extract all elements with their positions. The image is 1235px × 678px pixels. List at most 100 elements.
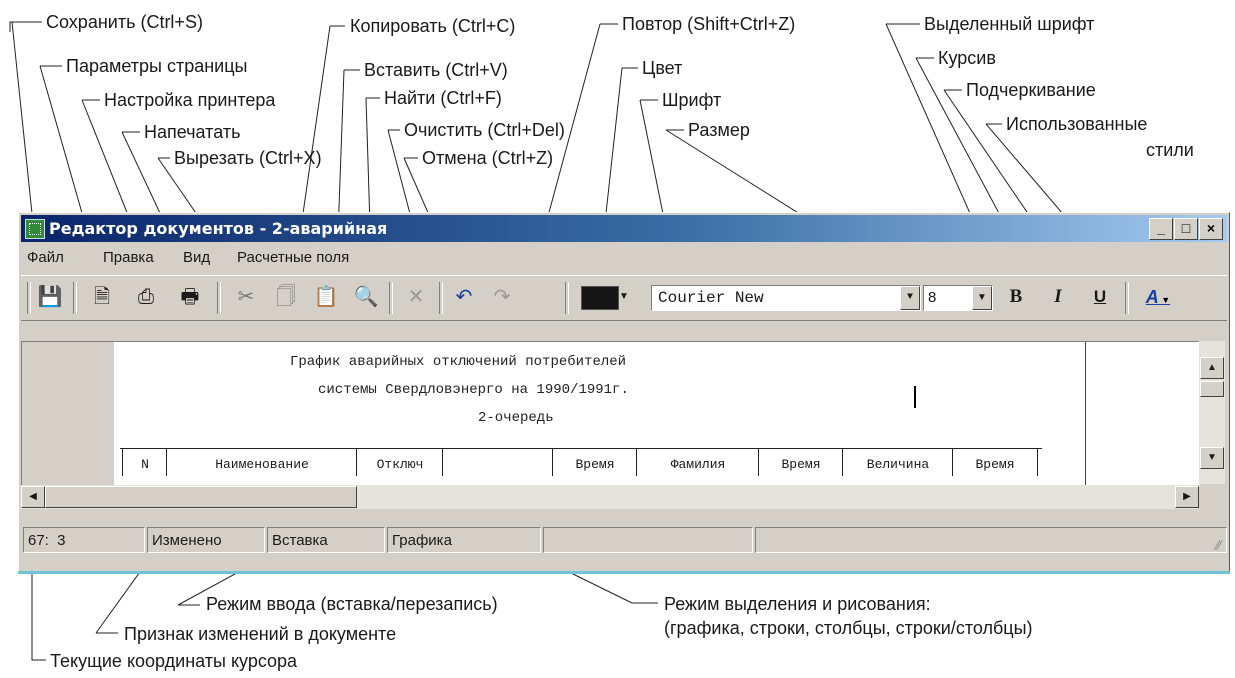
window-title: Редактор документов - 2-аварийная <box>49 219 388 238</box>
callout-color: Цвет <box>642 58 683 78</box>
cut-icon[interactable]: ✂ <box>233 284 259 310</box>
callout-font: Шрифт <box>662 90 722 110</box>
document-title-line: График аварийных отключений потребителей <box>290 354 627 370</box>
callout-change-flag: Признак изменений в документе <box>124 624 397 644</box>
color-dropdown-icon[interactable]: ▼ <box>619 286 629 308</box>
callout-selection-mode-2: (графика, строки, столбцы, строки/столбц… <box>664 618 1033 638</box>
resize-grip-icon[interactable]: ∕∕ <box>1216 537 1221 553</box>
window-bottom-edge <box>18 571 1230 574</box>
font-size-select[interactable]: 8 ▼ <box>923 285 993 311</box>
callout-clear: Очистить (Ctrl+Del) <box>404 120 565 140</box>
scroll-up-icon[interactable]: ▲ <box>1200 357 1224 379</box>
document-editor-window: Редактор документов - 2-аварийная _ □ × … <box>18 212 1230 572</box>
clear-icon[interactable]: ✕ <box>403 284 429 310</box>
callout-input-mode: Режим ввода (вставка/перезапись) <box>206 594 498 614</box>
modified-flag: Изменено <box>147 527 265 553</box>
status-bar: 67: 3 Изменено Вставка Графика ∕∕ <box>21 523 1227 561</box>
chevron-down-icon[interactable]: ▼ <box>972 286 992 310</box>
paste-icon[interactable]: 📋 <box>313 284 339 310</box>
callout-save: Сохранить (Ctrl+S) <box>46 12 203 32</box>
title-bar[interactable]: Редактор документов - 2-аварийная _ □ × <box>21 215 1227 242</box>
right-margin <box>1085 342 1200 485</box>
find-icon[interactable]: 🔍 <box>353 284 379 310</box>
toolbar-separator <box>217 282 221 314</box>
callout-cursor-coords: Текущие координаты курсора <box>50 651 298 671</box>
maximize-button[interactable]: □ <box>1174 218 1198 240</box>
underline-label: U <box>1093 287 1107 306</box>
table-header-cell: Отключ <box>356 448 443 476</box>
font-name-value: Courier New <box>658 289 764 307</box>
callout-cut: Вырезать (Ctrl+X) <box>174 148 322 168</box>
cursor-coords: 67: 3 <box>23 527 145 553</box>
callout-find: Найти (Ctrl+F) <box>384 88 502 108</box>
insert-mode: Вставка <box>267 527 385 553</box>
table-header-cell: Фамилия <box>636 448 759 476</box>
color-swatch[interactable] <box>581 286 619 310</box>
callout-page-params: Параметры страницы <box>66 56 248 76</box>
undo-icon[interactable]: ↶ <box>451 284 477 310</box>
scroll-thumb[interactable] <box>1200 381 1224 397</box>
vertical-scrollbar[interactable]: ▲ ▼ <box>1199 341 1225 484</box>
menu-bar: Файл Правка Вид Расчетные поля <box>21 245 1227 269</box>
selection-mode: Графика <box>387 527 541 553</box>
scroll-thumb[interactable] <box>45 486 357 508</box>
document-subtitle-line: системы Свердловэнерго на 1990/1991г. <box>318 382 629 398</box>
menu-calc-fields[interactable]: Расчетные поля <box>237 249 349 266</box>
callout-size: Размер <box>688 120 750 140</box>
document-queue-line: 2-очередь <box>478 410 554 426</box>
italic-label: I <box>1054 286 1062 307</box>
table-header-cell: Наименование <box>166 448 357 476</box>
bold-label: B <box>1009 286 1023 307</box>
menu-view[interactable]: Вид <box>183 249 210 266</box>
table-header-cell: Время <box>552 448 637 476</box>
save-icon[interactable]: 💾 <box>37 284 63 310</box>
status-panel-empty <box>543 527 753 553</box>
page-params-icon[interactable]: 🗎 <box>89 284 115 310</box>
toolbar: 💾 🗎 ⎙ 🖶 ✂ 🗍 📋 🔍 ✕ ↶ ↷ ▼ Courier New ▼ 8 … <box>21 275 1227 321</box>
callout-selection-mode: Режим выделения и рисования: <box>664 594 931 614</box>
close-button[interactable]: × <box>1199 218 1223 240</box>
styles-label: A <box>1145 287 1159 307</box>
toolbar-separator <box>27 282 31 314</box>
chevron-down-icon[interactable]: ▼ <box>900 286 920 310</box>
styles-button[interactable]: A ▼ <box>1139 284 1177 310</box>
toolbar-separator <box>565 282 569 314</box>
toolbar-separator <box>439 282 443 314</box>
callout-selected-font: Выделенный шрифт <box>924 14 1095 34</box>
menu-file[interactable]: Файл <box>27 249 64 266</box>
callout-paste: Вставить (Ctrl+V) <box>364 60 508 80</box>
callout-redo: Повтор (Shift+Ctrl+Z) <box>622 14 796 34</box>
status-panel-empty <box>755 527 1227 553</box>
scroll-right-icon[interactable]: ▶ <box>1175 486 1199 508</box>
horizontal-scrollbar[interactable]: ◀ ▶ <box>21 485 1199 509</box>
scroll-down-icon[interactable]: ▼ <box>1200 447 1224 469</box>
printer-setup-icon[interactable]: ⎙ <box>133 284 159 310</box>
text-cursor <box>914 386 916 408</box>
scroll-left-icon[interactable]: ◀ <box>21 486 45 508</box>
font-size-value: 8 <box>928 289 937 306</box>
callout-used-styles: Использованные <box>1006 114 1148 134</box>
underline-button[interactable]: U <box>1087 284 1113 310</box>
app-icon[interactable] <box>25 219 45 239</box>
callout-printer-setup: Настройка принтера <box>104 90 276 110</box>
toolbar-separator <box>1125 282 1129 314</box>
callout-print: Напечатать <box>144 122 241 142</box>
bold-button[interactable]: B <box>1003 284 1029 310</box>
toolbar-separator <box>389 282 393 314</box>
italic-button[interactable]: I <box>1045 284 1071 310</box>
copy-icon[interactable]: 🗍 <box>273 284 299 310</box>
print-icon[interactable]: 🖶 <box>177 284 203 310</box>
table-header-cell: Время <box>758 448 843 476</box>
menu-edit[interactable]: Правка <box>103 249 154 266</box>
table-header-cell: Время <box>952 448 1038 476</box>
document-area[interactable]: График аварийных отключений потребителей… <box>21 341 1200 485</box>
table-header-cell <box>442 448 553 476</box>
callout-used-styles-2: стили <box>1146 140 1194 160</box>
callout-copy: Копировать (Ctrl+C) <box>350 16 516 36</box>
font-name-select[interactable]: Courier New ▼ <box>651 285 921 311</box>
callout-underline: Подчеркивание <box>966 80 1096 100</box>
minimize-button[interactable]: _ <box>1149 218 1173 240</box>
callout-undo: Отмена (Ctrl+Z) <box>422 148 554 168</box>
redo-icon[interactable]: ↷ <box>489 284 515 310</box>
table-header-cell: N <box>122 448 167 476</box>
